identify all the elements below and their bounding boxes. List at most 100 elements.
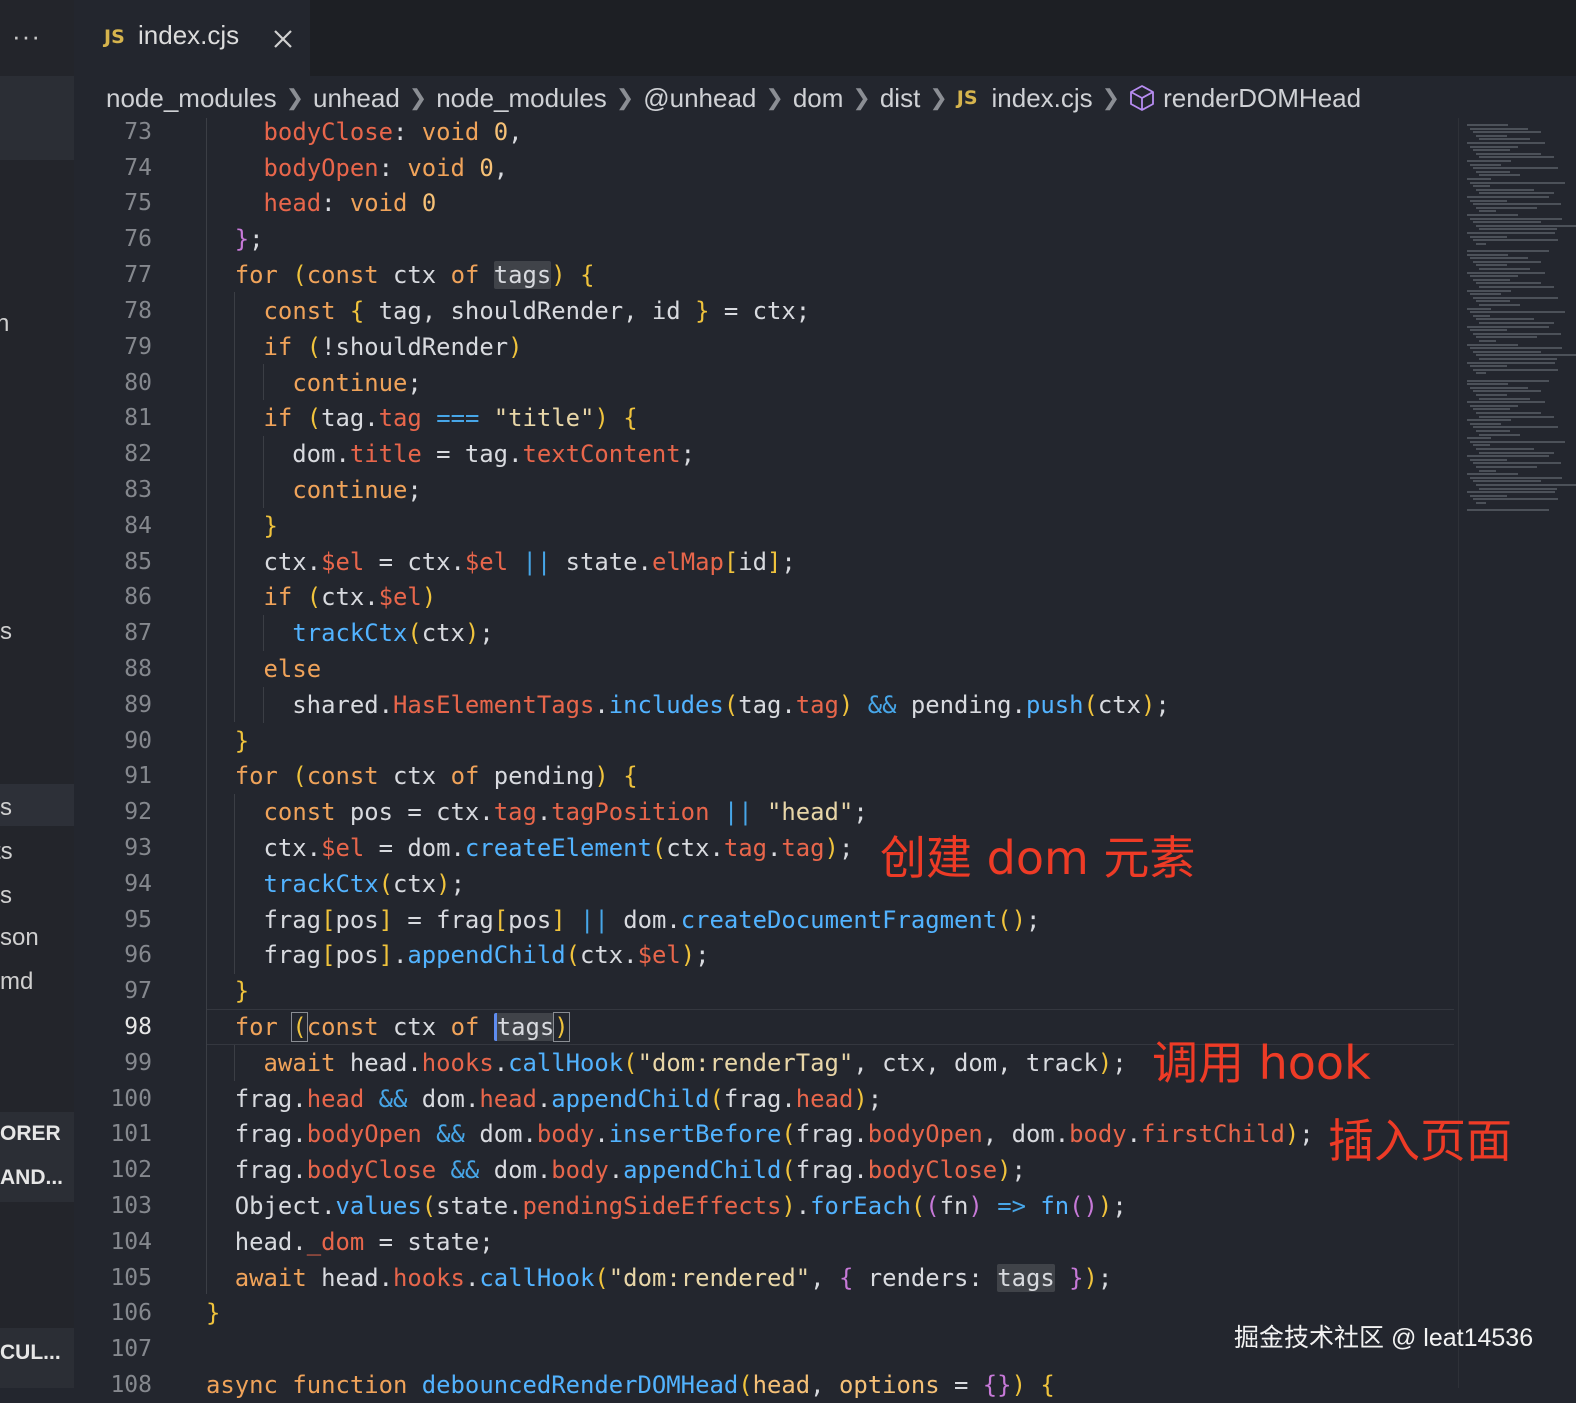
minimap-line: [1467, 437, 1491, 440]
code-line[interactable]: if (tag.tag === "title") {: [206, 400, 638, 436]
sidebar-file-item[interactable]: md: [0, 968, 33, 996]
minimap-line: [1476, 336, 1538, 339]
sidebar-file-item[interactable]: s: [0, 794, 12, 822]
js-file-icon: JS: [104, 26, 125, 48]
breadcrumb-item[interactable]: unhead: [313, 83, 400, 114]
minimap-line: [1467, 361, 1556, 364]
tab-title[interactable]: index.cjs: [138, 20, 239, 51]
minimap-line: [1479, 487, 1558, 490]
minimap[interactable]: [1458, 118, 1576, 1388]
sidebar-file-item[interactable]: ts: [0, 838, 13, 866]
minimap-line: [1470, 235, 1508, 238]
more-actions-icon[interactable]: ···: [12, 16, 41, 56]
minimap-line: [1473, 296, 1558, 299]
code-line[interactable]: };: [206, 221, 264, 257]
code-line[interactable]: ctx.$el = ctx.$el || state.elMap[id];: [206, 544, 796, 580]
code-line[interactable]: if (ctx.$el): [206, 579, 437, 615]
breadcrumb-item[interactable]: index.cjs: [992, 83, 1093, 114]
minimap-line: [1473, 426, 1558, 429]
line-number: 90: [124, 728, 152, 754]
minimap-line: [1473, 480, 1541, 483]
annotation-create-dom: 创建 dom 元素: [880, 831, 1196, 885]
code-line[interactable]: }: [206, 973, 249, 1009]
code-line[interactable]: else: [206, 651, 322, 687]
minimap-line: [1476, 170, 1510, 173]
code-line[interactable]: await head.hooks.callHook("dom:renderTag…: [206, 1045, 1127, 1081]
sidebar-file-item[interactable]: n: [0, 310, 9, 338]
line-number: 92: [124, 799, 152, 825]
breadcrumb-item[interactable]: dist: [880, 83, 920, 114]
code-line[interactable]: frag[pos] = frag[pos] || dom.createDocum…: [206, 902, 1041, 938]
sidebar-file-item[interactable]: son: [0, 924, 39, 952]
chevron-right-icon: ❯: [852, 85, 871, 110]
minimap-line: [1476, 412, 1541, 414]
code-line[interactable]: const pos = ctx.tag.tagPosition || "head…: [206, 794, 868, 830]
code-line[interactable]: trackCtx(ctx);: [206, 615, 493, 651]
minimap-line: [1467, 160, 1512, 162]
code-line-active[interactable]: for (const ctx of tags): [206, 1009, 570, 1045]
breadcrumb-item[interactable]: node_modules: [436, 83, 607, 114]
minimap-line: [1479, 415, 1554, 418]
code-line[interactable]: continue;: [206, 365, 421, 401]
code-line[interactable]: dom.title = tag.textContent;: [206, 436, 695, 472]
minimap-line: [1479, 228, 1558, 231]
sidebar-section-header[interactable]: AND...: [0, 1166, 63, 1190]
code-line[interactable]: async function debouncedRenderDOMHead(he…: [206, 1367, 1055, 1403]
minimap-line: [1467, 473, 1518, 476]
minimap-line: [1476, 502, 1487, 504]
code-line[interactable]: bodyOpen: void 0,: [206, 150, 509, 186]
minimap-line: [1479, 451, 1554, 454]
code-line[interactable]: frag.head && dom.head.appendChild(frag.h…: [206, 1081, 882, 1117]
line-number: 99: [124, 1050, 152, 1076]
code-line[interactable]: }: [206, 508, 278, 544]
code-line[interactable]: trackCtx(ctx);: [206, 866, 465, 902]
code-line[interactable]: continue;: [206, 472, 421, 508]
sidebar-file-item[interactable]: s: [0, 882, 12, 910]
minimap-line: [1467, 509, 1549, 512]
minimap-line: [1470, 329, 1508, 332]
code-line[interactable]: }: [206, 1295, 220, 1331]
code-line[interactable]: frag.bodyClose && dom.body.appendChild(f…: [206, 1152, 1026, 1188]
minimap-line: [1476, 188, 1534, 191]
minimap-line: [1470, 386, 1528, 389]
line-number: 82: [124, 441, 152, 467]
code-line[interactable]: if (!shouldRender): [206, 329, 523, 365]
close-icon[interactable]: [268, 22, 298, 56]
code-line[interactable]: bodyClose: void 0,: [206, 114, 523, 150]
minimap-line: [1470, 476, 1562, 479]
minimap-line: [1473, 239, 1558, 242]
code-line[interactable]: head: void 0: [206, 185, 437, 221]
minimap-line: [1473, 260, 1541, 263]
sidebar-section-header[interactable]: CUL...: [0, 1341, 61, 1365]
breadcrumb-item[interactable]: renderDOMHead: [1163, 83, 1361, 114]
minimap-line: [1467, 491, 1556, 494]
sidebar-file-item[interactable]: s: [0, 618, 12, 646]
code-line[interactable]: for (const ctx of pending) {: [206, 758, 638, 794]
minimap-line: [1476, 466, 1538, 468]
line-number: 88: [124, 656, 152, 682]
code-line[interactable]: for (const ctx of tags) {: [206, 257, 594, 293]
code-line[interactable]: await head.hooks.callHook("dom:rendered"…: [206, 1260, 1112, 1296]
code-line[interactable]: shared.HasElementTags.includes(tag.tag) …: [206, 687, 1170, 723]
line-number: 78: [124, 298, 152, 324]
code-line[interactable]: Object.values(state.pendingSideEffects).…: [206, 1188, 1127, 1224]
minimap-line: [1473, 332, 1562, 335]
code-line[interactable]: ctx.$el = dom.createElement(ctx.tag.tag)…: [206, 830, 854, 866]
breadcrumb-item[interactable]: @unhead: [643, 83, 756, 114]
minimap-line: [1470, 458, 1508, 461]
code-editor[interactable]: bodyClose: void 0, bodyOpen: void 0, hea…: [206, 118, 1454, 1399]
code-line[interactable]: frag[pos].appendChild(ctx.$el);: [206, 937, 710, 973]
minimap-line: [1479, 286, 1554, 288]
code-line[interactable]: head._dom = state;: [206, 1224, 494, 1260]
minimap-line: [1467, 142, 1546, 144]
code-line[interactable]: frag.bodyOpen && dom.body.insertBefore(f…: [206, 1116, 1314, 1152]
line-number: 101: [110, 1121, 152, 1147]
code-line[interactable]: const { tag, shouldRender, id } = ctx;: [206, 293, 811, 329]
minimap-line: [1467, 325, 1549, 328]
line-number: 80: [124, 370, 152, 396]
breadcrumb-item[interactable]: node_modules: [106, 83, 277, 114]
sidebar-section-header[interactable]: ORER: [0, 1122, 61, 1146]
breadcrumb-item[interactable]: dom: [793, 83, 844, 114]
line-number: 73: [124, 119, 152, 145]
code-line[interactable]: }: [206, 723, 249, 759]
